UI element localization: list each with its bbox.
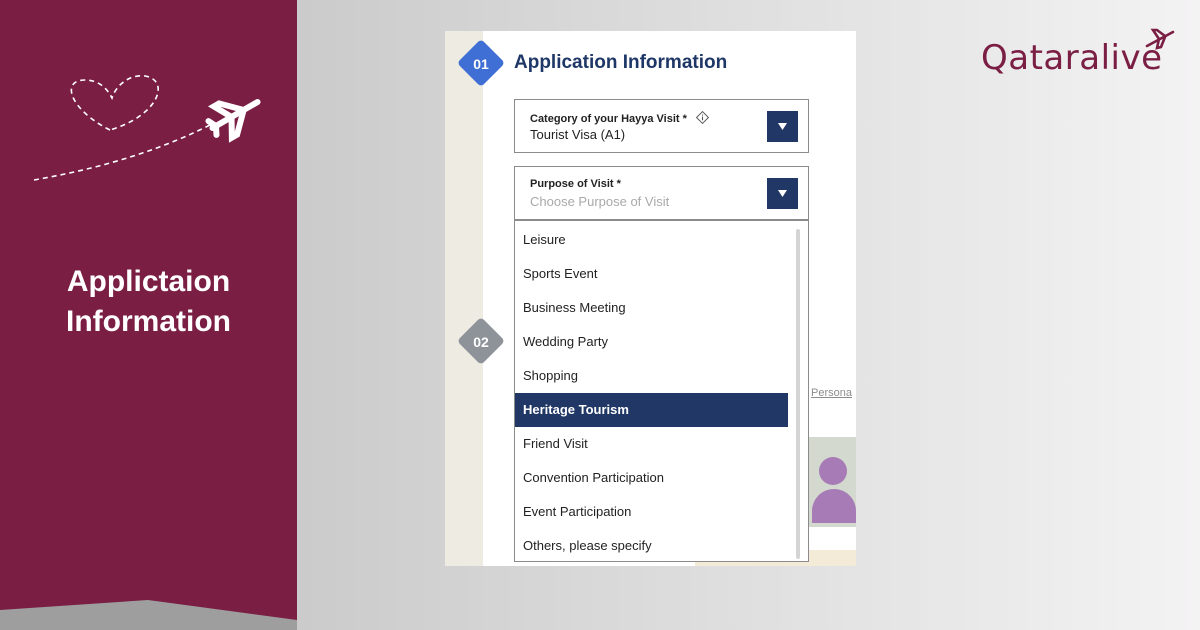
category-select[interactable]: Category of your Hayya Visit * Tourist V… <box>514 99 809 153</box>
purpose-option-heritage-tourism[interactable]: Heritage Tourism <box>515 393 788 427</box>
chevron-down-icon <box>778 190 787 197</box>
application-form-screenshot: 01 Application Information Category of y… <box>445 31 856 566</box>
logo-airplane-icon <box>1145 28 1175 50</box>
ribbon-decoration <box>0 600 297 630</box>
purpose-option-convention-participation[interactable]: Convention Participation <box>515 461 788 495</box>
heart-airplane-decoration <box>33 75 261 181</box>
category-label: Category of your Hayya Visit * <box>530 111 709 125</box>
purpose-option-wedding-party[interactable]: Wedding Party <box>515 325 788 359</box>
left-title-line1: Applictaion <box>66 265 231 298</box>
purpose-dropdown-list[interactable]: Leisure Sports Event Business Meeting We… <box>514 220 809 562</box>
left-title: Applictaion Information <box>0 262 297 342</box>
purpose-option-business-meeting[interactable]: Business Meeting <box>515 291 788 325</box>
purpose-label: Purpose of Visit * <box>530 178 621 190</box>
purpose-option-shopping[interactable]: Shopping <box>515 359 788 393</box>
purpose-option-others[interactable]: Others, please specify <box>515 529 788 563</box>
dropdown-scrollbar[interactable] <box>796 229 800 559</box>
left-panel: Applictaion Information <box>0 0 297 630</box>
category-dropdown-button[interactable] <box>767 111 798 142</box>
left-title-line2: Information <box>66 305 231 338</box>
avatar-placeholder <box>809 437 856 527</box>
personal-info-link-fragment: Persona <box>811 387 852 399</box>
airplane-icon <box>205 99 261 143</box>
purpose-placeholder: Choose Purpose of Visit <box>530 194 670 209</box>
step-rail <box>445 31 483 566</box>
section-title: Application Information <box>514 52 728 73</box>
step-1-number: 01 <box>473 56 489 72</box>
logo-text: Qataralive <box>981 38 1163 78</box>
category-value: Tourist Visa (A1) <box>530 127 626 142</box>
avatar-body <box>812 489 856 523</box>
purpose-option-event-participation[interactable]: Event Participation <box>515 495 788 529</box>
avatar-head <box>819 457 847 485</box>
chevron-down-icon <box>778 123 787 130</box>
step-2-number: 02 <box>473 334 489 350</box>
purpose-dropdown-button[interactable] <box>767 178 798 209</box>
purpose-option-friend-visit[interactable]: Friend Visit <box>515 427 788 461</box>
purpose-option-sports-event[interactable]: Sports Event <box>515 257 788 291</box>
purpose-option-leisure[interactable]: Leisure <box>515 223 788 257</box>
purpose-select[interactable]: Purpose of Visit * Choose Purpose of Vis… <box>514 166 809 220</box>
qataralive-logo: Qataralive <box>975 28 1195 92</box>
info-icon[interactable] <box>695 111 709 124</box>
